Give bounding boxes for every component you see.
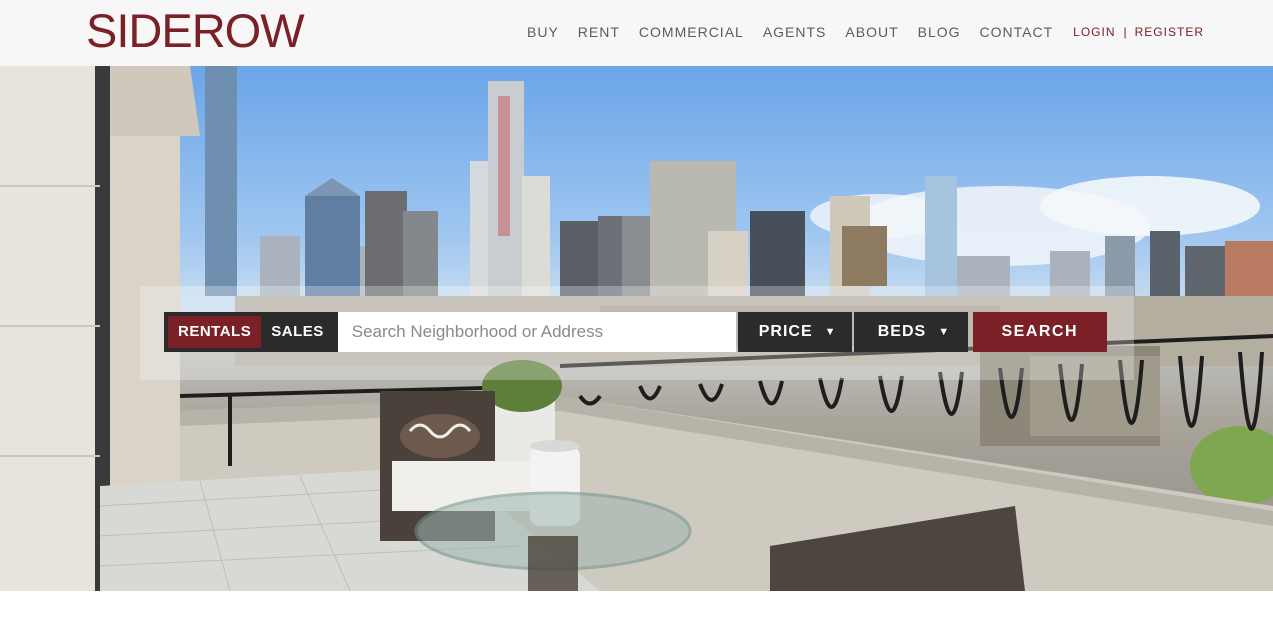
search-bar: RENTALS SALES PRICE ▼ BEDS ▼ SEARCH [164, 312, 1107, 352]
price-label: PRICE [758, 323, 813, 340]
sales-tab[interactable]: SALES [261, 316, 334, 348]
listing-type-toggle: RENTALS SALES [164, 312, 338, 352]
nav-buy[interactable]: BUY [527, 22, 559, 42]
search-button[interactable]: SEARCH [972, 312, 1107, 352]
auth-links: LOGIN | REGISTER [1073, 22, 1204, 42]
main-nav: BUY RENT COMMERCIAL AGENTS ABOUT BLOG CO… [527, 22, 1204, 42]
rentals-tab[interactable]: RENTALS [168, 316, 262, 348]
nav-agents[interactable]: AGENTS [763, 22, 827, 42]
auth-separator: | [1123, 25, 1127, 39]
nav-rent[interactable]: RENT [578, 22, 620, 42]
beds-dropdown[interactable]: BEDS ▼ [853, 312, 968, 352]
nav-contact[interactable]: CONTACT [980, 22, 1054, 42]
beds-label: BEDS [877, 323, 927, 340]
chevron-down-icon: ▼ [824, 326, 837, 338]
search-input[interactable] [337, 312, 736, 352]
register-link[interactable]: REGISTER [1135, 22, 1204, 42]
nav-commercial[interactable]: COMMERCIAL [639, 22, 744, 42]
siderow-logo[interactable]: SIDEROW [86, 4, 305, 58]
nav-about[interactable]: ABOUT [845, 22, 898, 42]
site-header: SIDEROW BUY RENT COMMERCIAL AGENTS ABOUT… [0, 0, 1273, 66]
price-dropdown[interactable]: PRICE ▼ [737, 312, 852, 352]
nav-blog[interactable]: BLOG [918, 22, 961, 42]
chevron-down-icon: ▼ [938, 326, 951, 338]
login-link[interactable]: LOGIN [1073, 22, 1115, 42]
